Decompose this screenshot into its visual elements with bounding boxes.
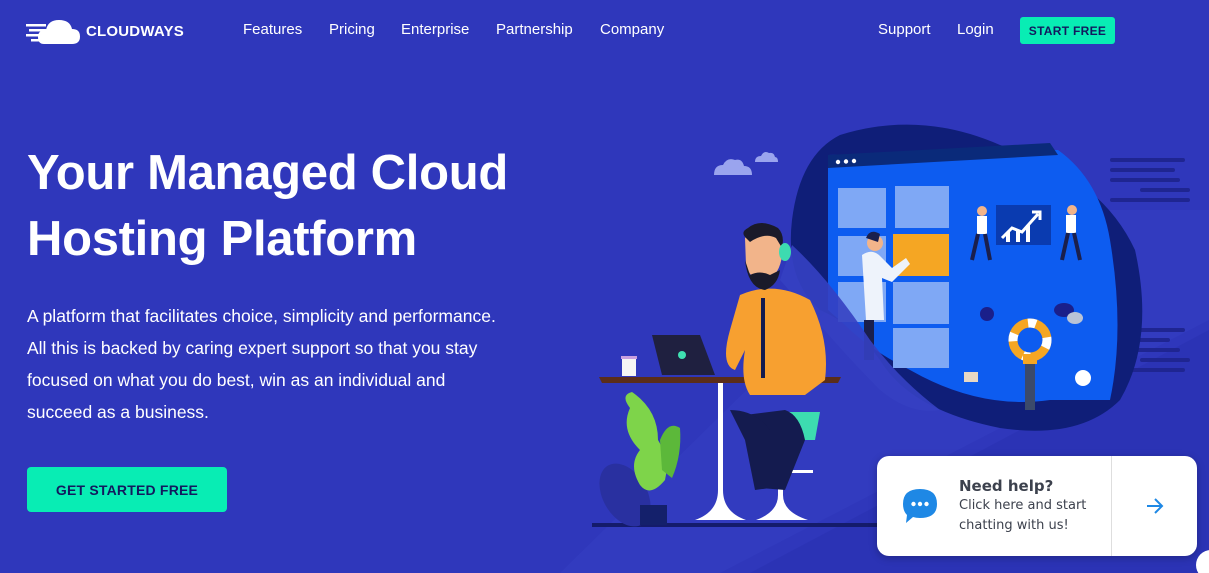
hero-description-line: All this is backed by caring expert supp…: [27, 338, 478, 358]
chat-subtitle: Click here and start chatting with us!: [959, 496, 1086, 536]
hero-title: Your Managed Cloud Hosting Platform: [27, 140, 587, 272]
hero-description-line: succeed as a business.: [27, 402, 209, 422]
chat-subtitle-line: chatting with us!: [959, 518, 1069, 533]
plant-illustration: [599, 392, 681, 527]
hero-description: A platform that facilitates choice, simp…: [27, 300, 587, 428]
get-started-free-button[interactable]: GET STARTED FREE: [27, 467, 227, 512]
nav-enterprise[interactable]: Enterprise: [401, 21, 469, 38]
nav-login[interactable]: Login: [957, 21, 994, 38]
nav-features[interactable]: Features: [243, 21, 302, 38]
nav-partnership[interactable]: Partnership: [496, 21, 573, 38]
logo[interactable]: CLOUDWAYS: [26, 16, 184, 46]
chat-open-button[interactable]: [1111, 456, 1197, 556]
nav-pricing[interactable]: Pricing: [329, 21, 375, 38]
hero-description-line: focused on what you do best, win as an i…: [27, 370, 446, 390]
cloud-logo-icon: [26, 20, 80, 44]
site-header: CLOUDWAYS Features Pricing Enterprise Pa…: [0, 0, 1209, 62]
nav-company[interactable]: Company: [600, 21, 664, 38]
hero-title-line: Hosting Platform: [27, 212, 417, 266]
hero-description-line: A platform that facilitates choice, simp…: [27, 306, 496, 326]
nav-support[interactable]: Support: [878, 21, 931, 38]
chat-widget[interactable]: Need help? Click here and start chatting…: [877, 456, 1197, 556]
chat-subtitle-line: Click here and start: [959, 498, 1087, 513]
start-free-button[interactable]: START FREE: [1020, 17, 1115, 44]
chat-widget-text: Need help? Click here and start chatting…: [959, 476, 1086, 536]
hero-title-line: Your Managed Cloud: [27, 146, 508, 200]
chat-bubble-icon: [903, 489, 937, 523]
chat-title: Need help?: [959, 477, 1054, 495]
logo-text: CLOUDWAYS: [86, 22, 184, 40]
chat-widget-body[interactable]: Need help? Click here and start chatting…: [877, 456, 1111, 556]
arrow-right-icon: [1146, 498, 1163, 514]
cloud-icon: [714, 152, 778, 175]
